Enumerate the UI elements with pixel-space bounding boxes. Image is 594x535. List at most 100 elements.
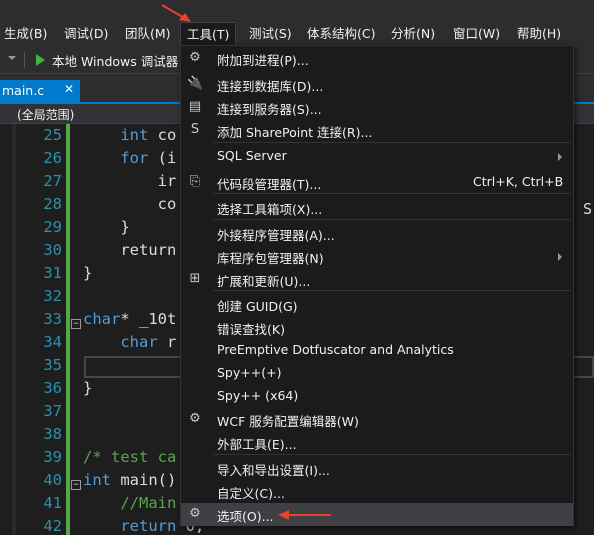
code-text: r <box>157 333 177 351</box>
menu-item-label: 自定义(C)... <box>217 486 285 501</box>
menu-item-label: Spy++ (x64) <box>217 388 299 403</box>
snippet-manager-icon: ⎘ <box>189 174 201 189</box>
code-line: /* test ca <box>83 448 176 466</box>
menu-separator <box>213 219 571 220</box>
menu-item[interactable]: Spy++(+) <box>181 362 573 385</box>
menu-item[interactable]: S 添加 SharePoint 连接(R)... <box>181 119 573 142</box>
close-icon[interactable]: ✕ <box>64 82 74 96</box>
code-text: (i <box>148 149 177 167</box>
code-line: return <box>83 241 176 259</box>
menu-help[interactable]: 帮助(H) <box>517 22 561 46</box>
extensions-icon: ⊞ <box>189 271 201 286</box>
wcf-icon: ⚙ <box>189 411 201 426</box>
line-number: 29 <box>43 218 62 236</box>
menu-item-label: 扩展和更新(U)... <box>217 274 311 289</box>
annotation-arrow-icon <box>278 510 331 520</box>
code-comment: //Main <box>120 494 177 512</box>
code-line: int co <box>83 126 176 144</box>
start-debug-icon[interactable] <box>36 54 45 66</box>
line-number: 35 <box>43 356 62 374</box>
menu-item[interactable]: ⊞ 扩展和更新(U)... <box>181 268 573 291</box>
code-text: } <box>83 379 93 397</box>
code-line: co <box>83 195 177 213</box>
line-number: 40 <box>43 471 62 489</box>
line-number: 39 <box>43 448 62 466</box>
menu-item[interactable]: ⚙ WCF 服务配置编辑器(W) <box>181 408 573 431</box>
connect-server-icon: ▤ <box>188 99 202 114</box>
line-number: 42 <box>43 517 62 535</box>
menu-build[interactable]: 生成(B) <box>4 22 47 46</box>
line-number: 27 <box>43 172 62 190</box>
menu-test[interactable]: 测试(S) <box>249 22 292 46</box>
menu-item[interactable]: 外部工具(E)... <box>181 431 573 454</box>
menu-item[interactable]: 外接程序管理器(A)... <box>181 222 573 245</box>
sharepoint-icon: S <box>190 122 200 137</box>
menu-analyze[interactable]: 分析(N) <box>391 22 435 46</box>
menu-item[interactable]: 导入和导出设置(I)... <box>181 457 573 480</box>
code-keyword: for <box>120 149 149 167</box>
menu-item[interactable]: ⎘ 代码段管理器(T)... Ctrl+K, Ctrl+B <box>181 171 573 194</box>
menu-item[interactable]: ⚙ 选项(O)... <box>181 503 573 526</box>
menu-item[interactable]: PreEmptive Dotfuscator and Analytics <box>181 339 573 362</box>
menu-item-label: 库程序包管理器(N) <box>217 251 324 266</box>
line-number: 31 <box>43 264 62 282</box>
line-number: 25 <box>43 126 62 144</box>
menu-separator <box>213 142 571 143</box>
code-text: co <box>157 195 177 213</box>
code-line: for (i <box>83 149 176 167</box>
code-keyword: int <box>83 471 111 489</box>
code-keyword: return <box>120 517 177 535</box>
menu-item-label: 连接到数据库(D)... <box>217 79 324 94</box>
line-number: 28 <box>43 195 62 213</box>
menu-item-label: 错误查找(K) <box>217 322 285 337</box>
menu-item-label: 代码段管理器(T)... <box>217 177 322 192</box>
code-line: } <box>83 379 92 397</box>
code-keyword: char <box>83 310 121 328</box>
code-comment: /* test ca <box>83 448 177 466</box>
menu-item[interactable]: 🔌 连接到数据库(D)... <box>181 73 573 96</box>
menu-item[interactable]: ⚙ 附加到进程(P)... <box>181 47 573 70</box>
menu-item[interactable]: Spy++ (x64) <box>181 385 573 408</box>
menu-item-label: PreEmptive Dotfuscator and Analytics <box>217 342 454 357</box>
menu-item[interactable]: 自定义(C)... <box>181 480 573 503</box>
menu-window[interactable]: 窗口(W) <box>453 22 500 46</box>
scope-dropdown[interactable]: (全局范围) <box>17 106 74 123</box>
clipped-code-text: S <box>583 200 593 218</box>
menu-debug[interactable]: 调试(D) <box>64 22 108 46</box>
code-text: ir <box>157 172 177 190</box>
menu-item[interactable]: 库程序包管理器(N) <box>181 245 573 268</box>
code-text: co <box>148 126 177 144</box>
fold-toggle-icon[interactable]: − <box>71 319 81 329</box>
code-line: char r <box>83 333 176 351</box>
menu-architecture[interactable]: 体系结构(C) <box>307 22 375 46</box>
menu-item-label: 添加 SharePoint 连接(R)... <box>217 125 373 140</box>
line-number: 38 <box>43 425 62 443</box>
code-keyword: char <box>120 333 158 351</box>
config-dropdown-arrow[interactable] <box>8 56 16 60</box>
submenu-arrow-icon <box>558 153 562 161</box>
tab-main-c[interactable]: main.c ✕ <box>0 80 80 102</box>
code-text: main() <box>111 471 177 489</box>
menu-item[interactable]: 错误查找(K) <box>181 316 573 339</box>
toolbar-separator <box>24 52 25 68</box>
menu-item[interactable]: 创建 GUID(G) <box>181 293 573 316</box>
annotation-arrow-icon <box>161 4 191 22</box>
fold-toggle-icon[interactable]: − <box>71 480 81 490</box>
breakpoint-margin[interactable] <box>12 124 16 535</box>
menu-item-label: 选项(O)... <box>217 509 274 524</box>
tools-menu-dropdown: ⚙ 附加到进程(P)... 🔌 连接到数据库(D)... ▤ 连接到服务器(S)... S 添… <box>180 45 574 526</box>
menu-item-label: SQL Server <box>217 148 287 163</box>
menu-separator <box>213 454 571 455</box>
menu-bar: 生成(B) 调试(D) 团队(M) 工具(T) 测试(S) 体系结构(C) 分析… <box>0 22 594 46</box>
change-tracking-bar <box>66 124 70 535</box>
menu-item[interactable]: ▤ 连接到服务器(S)... <box>181 96 573 119</box>
code-keyword: int <box>120 126 149 144</box>
menu-item[interactable]: SQL Server <box>181 145 573 168</box>
menu-item[interactable]: 选择工具箱项(X)... <box>181 196 573 219</box>
start-debug-button[interactable]: 本地 Windows 调试器 <box>52 51 178 70</box>
